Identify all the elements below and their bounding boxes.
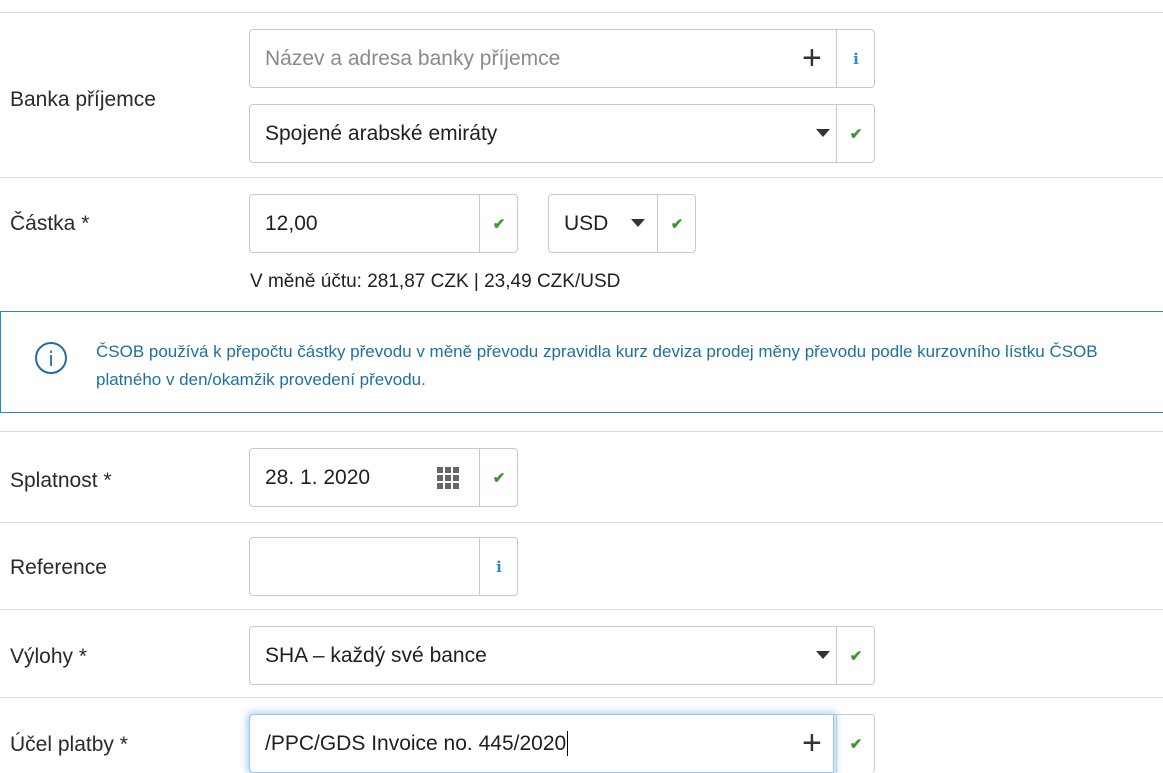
reference-info-button[interactable]: i [479,538,518,595]
plus-icon[interactable]: + [802,726,822,760]
currency-select-group: USD ✔ [548,194,696,253]
exchange-rate-notice: ČSOB používá k přepočtu částky převodu v… [0,311,1163,413]
check-icon: ✔ [849,125,863,143]
currency-valid: ✔ [657,195,696,252]
amount-label: Částka * [10,212,90,235]
divider [0,431,1163,432]
fees-select-group: SHA – každý své bance ✔ [249,626,875,685]
purpose-valid: ✔ [836,715,875,773]
amount-input[interactable]: 12,00 [250,195,477,252]
chevron-down-icon[interactable] [631,219,645,227]
fees-valid: ✔ [836,627,875,684]
reference-label: Reference [10,556,107,579]
amount-input-group: 12,00 ✔ [249,194,518,253]
divider [0,12,1163,13]
bank-country-select-group: Spojené arabské emiráty ✔ [249,104,875,163]
purpose-input[interactable]: /PPC/GDS Invoice no. 445/2020 [249,714,834,773]
notice-text: ČSOB používá k přepočtu částky převodu v… [96,342,1098,389]
due-date-valid: ✔ [479,449,518,506]
purpose-label: Účel platby * [10,733,128,756]
check-icon: ✔ [849,736,863,753]
check-icon: ✔ [492,469,506,487]
divider [0,522,1163,523]
purpose-input-group: /PPC/GDS Invoice no. 445/2020 + ✔ [249,714,875,773]
info-icon: i [853,49,859,68]
calendar-icon[interactable] [437,467,459,489]
bank-country-select[interactable]: Spojené arabské emiráty [250,105,787,162]
check-icon: ✔ [492,215,506,233]
chevron-down-icon[interactable] [816,651,830,659]
fees-label: Výlohy * [10,645,88,668]
text-cursor [567,731,569,756]
bank-country-valid: ✔ [836,105,875,162]
due-date-input-group: 28. 1. 2020 ✔ [249,448,518,507]
due-date-label: Splatnost * [10,469,112,492]
bank-name-input[interactable]: Název a adresa banky příjemce [250,30,787,87]
info-circle-icon: i [35,342,67,374]
chevron-down-icon[interactable] [816,129,830,137]
info-icon: i [496,557,502,576]
bank-label: Banka příjemce [10,88,156,111]
amount-valid: ✔ [479,195,518,252]
reference-input-group: i [249,537,518,596]
reference-input[interactable] [250,538,477,595]
divider [0,609,1163,610]
fees-select[interactable]: SHA – každý své bance [250,627,787,684]
bank-info-button[interactable]: i [836,30,875,87]
due-date-input[interactable]: 28. 1. 2020 [250,449,437,506]
account-currency-conversion: V měně účtu: 281,87 CZK | 23,49 CZK/USD [250,271,621,292]
plus-icon[interactable]: + [802,41,822,75]
divider [0,697,1163,698]
check-icon: ✔ [670,215,684,233]
divider [0,177,1163,178]
bank-name-input-group: Název a adresa banky příjemce + i [249,29,875,88]
check-icon: ✔ [849,647,863,665]
